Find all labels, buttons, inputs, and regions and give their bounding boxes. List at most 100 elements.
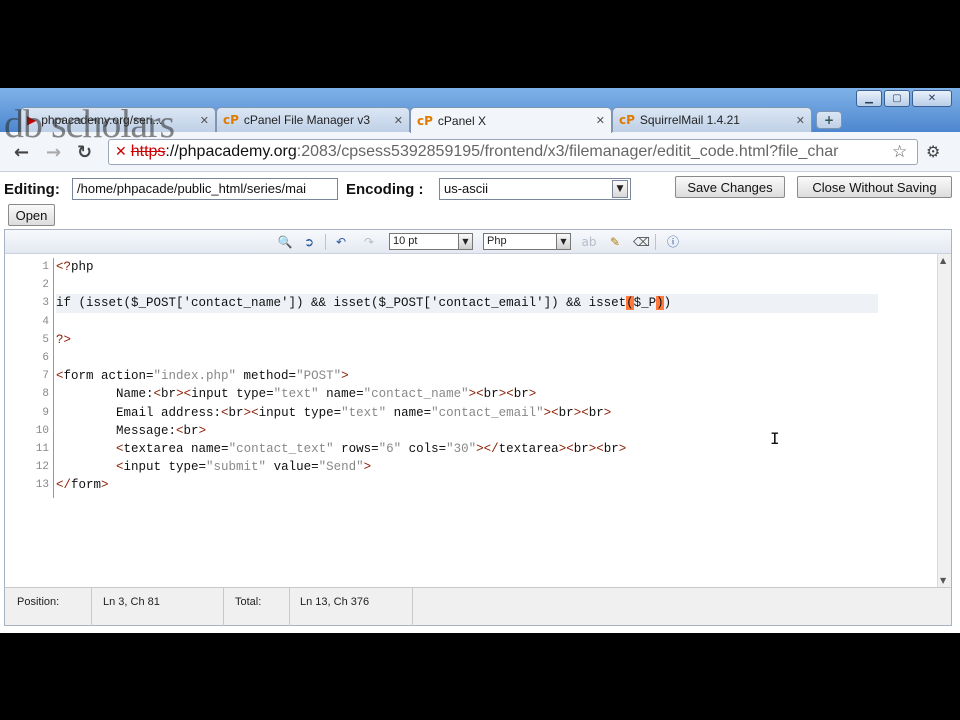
wrench-menu-icon[interactable]: ⚙ <box>926 142 940 161</box>
window-controls: ▁ ▢ ✕ <box>856 90 952 107</box>
scroll-up-icon[interactable]: ▲ <box>940 256 946 265</box>
code-line: </form> <box>56 478 109 493</box>
text-cursor-icon: I <box>770 429 780 448</box>
status-divider <box>223 588 224 626</box>
total-value: Ln 13, Ch 376 <box>300 596 370 608</box>
line-number: 11 <box>35 442 49 455</box>
save-changes-button[interactable]: Save Changes <box>675 176 785 198</box>
close-without-saving-button[interactable]: Close Without Saving <box>797 176 952 198</box>
minimize-button[interactable]: ▁ <box>856 90 882 107</box>
chevron-down-icon: ▼ <box>556 234 570 249</box>
code-line: Name:<br><input type="text" name="contac… <box>56 387 537 402</box>
position-value: Ln 3, Ch 81 <box>103 596 160 608</box>
editing-label: Editing: <box>4 181 60 198</box>
tab-phpacademy[interactable]: ▶ phpacademy.org/seri... ✕ <box>20 107 216 132</box>
code-line: Email address:<br><input type="text" nam… <box>56 405 612 420</box>
browser-window: ▁ ▢ ✕ ▶ phpacademy.org/seri... ✕ cP cPan… <box>0 88 960 633</box>
eraser-icon[interactable]: ⌫ <box>633 234 650 250</box>
help-icon[interactable]: ⓘ <box>665 234 681 250</box>
font-size-value: 10 pt <box>393 235 418 247</box>
code-line: <textarea name="contact_text" rows="6" c… <box>116 441 627 456</box>
status-divider <box>412 588 413 626</box>
tab-squirrelmail[interactable]: cP SquirrelMail 1.4.21 ✕ <box>612 107 812 132</box>
line-number: 7 <box>42 370 49 383</box>
encoding-label: Encoding : <box>346 181 424 198</box>
browser-toolbar: ← → ↻ ✕ https ://phpacademy.org :2083/cp… <box>0 132 960 172</box>
line-number: 9 <box>42 406 49 419</box>
tab-close-icon[interactable]: ✕ <box>394 114 403 127</box>
undo-icon[interactable]: ↶ <box>333 234 349 250</box>
file-path-field[interactable]: /home/phpacade/public_html/series/mai <box>72 178 338 200</box>
editor-header: Editing: /home/phpacade/public_html/seri… <box>0 172 960 232</box>
position-label: Position: <box>17 596 60 608</box>
code-line: <input type="submit" value="Send"> <box>116 460 372 475</box>
cpanel-icon: cP <box>619 113 635 127</box>
code-line: <?php <box>56 260 94 274</box>
close-window-button[interactable]: ✕ <box>912 90 952 107</box>
toolbar-divider <box>325 234 326 250</box>
tab-label: phpacademy.org/seri... <box>41 113 163 127</box>
youtube-icon: ▶ <box>27 113 37 127</box>
line-number-gutter: 1 2 3 4 5 6 7 8 9 10 11 12 13 <box>5 258 54 498</box>
toolbar-divider <box>655 234 656 250</box>
status-divider <box>91 588 92 626</box>
line-number: 10 <box>35 424 49 437</box>
cpanel-icon: cP <box>417 113 433 128</box>
tab-label: SquirrelMail 1.4.21 <box>639 113 740 127</box>
url-path: :2083/cpsess5392859195/frontend/x3/filem… <box>296 143 839 160</box>
line-number: 2 <box>42 279 49 292</box>
back-icon[interactable]: ← <box>14 142 29 163</box>
new-tab-button[interactable]: + <box>816 111 842 129</box>
total-label: Total: <box>235 596 262 608</box>
line-number: 6 <box>42 351 49 364</box>
chevron-down-icon: ▼ <box>458 234 472 249</box>
code-line: Message:<br> <box>56 423 207 438</box>
maximize-button[interactable]: ▢ <box>884 90 910 107</box>
tab-close-icon[interactable]: ✕ <box>200 114 209 127</box>
line-number: 5 <box>42 333 49 346</box>
tab-file-manager[interactable]: cP cPanel File Manager v3 ✕ <box>216 107 410 132</box>
font-size-select[interactable]: 10 pt ▼ <box>389 233 473 250</box>
line-number: 13 <box>35 479 49 492</box>
cpanel-icon: cP <box>223 113 239 127</box>
address-bar[interactable]: ✕ https ://phpacademy.org :2083/cpsess53… <box>108 139 918 165</box>
vertical-scrollbar[interactable]: ▲ ▼ <box>937 254 951 587</box>
redo-icon[interactable]: ↷ <box>361 234 377 250</box>
syntax-select[interactable]: Php ▼ <box>483 233 571 250</box>
goto-line-icon[interactable]: ➲ <box>301 234 317 250</box>
tab-label: cPanel X <box>437 113 486 128</box>
chevron-down-icon[interactable]: ▼ <box>612 180 628 198</box>
line-number: 1 <box>42 261 49 273</box>
tab-close-icon[interactable]: ✕ <box>596 114 605 127</box>
forward-icon[interactable]: → <box>46 142 61 163</box>
line-number: 12 <box>35 461 49 474</box>
code-lines: <?php if (isset($_POST['contact_name']) … <box>56 258 936 494</box>
code-line: <form action="index.php" method="POST"> <box>56 369 349 384</box>
tab-close-icon[interactable]: ✕ <box>796 114 805 127</box>
open-button[interactable]: Open <box>8 204 55 226</box>
find-icon[interactable]: 🔍 <box>277 234 293 250</box>
encoding-select[interactable]: us-ascii <box>439 178 631 200</box>
code-line-active: if (isset($_POST['contact_name']) && iss… <box>56 294 878 313</box>
line-number: 8 <box>42 388 49 401</box>
code-line: ?> <box>56 332 72 347</box>
reset-highlight-icon[interactable]: ✎ <box>607 234 623 250</box>
reload-icon[interactable]: ↻ <box>77 142 92 163</box>
status-bar: Position: Ln 3, Ch 81 Total: Ln 13, Ch 3… <box>5 587 951 626</box>
insecure-icon: ✕ <box>115 144 127 160</box>
tab-label: cPanel File Manager v3 <box>243 113 370 127</box>
scroll-down-icon[interactable]: ▼ <box>940 576 946 585</box>
tab-strip: ▁ ▢ ✕ ▶ phpacademy.org/seri... ✕ cP cPan… <box>0 88 960 133</box>
editor-toolbar: 🔍 ➲ ↶ ↷ 10 pt ▼ Php ▼ ab ✎ ⌫ ⓘ <box>5 230 951 254</box>
highlight-toggle-icon[interactable]: ab <box>581 234 597 250</box>
tab-cpanel-x[interactable]: cP cPanel X ✕ <box>410 107 612 133</box>
line-number: 3 <box>42 297 49 310</box>
url-scheme: https <box>130 143 166 160</box>
url-host: ://phpacademy.org <box>165 143 297 160</box>
bookmark-star-icon[interactable]: ☆ <box>892 142 907 162</box>
line-number: 4 <box>42 315 49 328</box>
code-area[interactable]: 1 2 3 4 5 6 7 8 9 10 11 12 13 <?php if (… <box>5 254 937 585</box>
